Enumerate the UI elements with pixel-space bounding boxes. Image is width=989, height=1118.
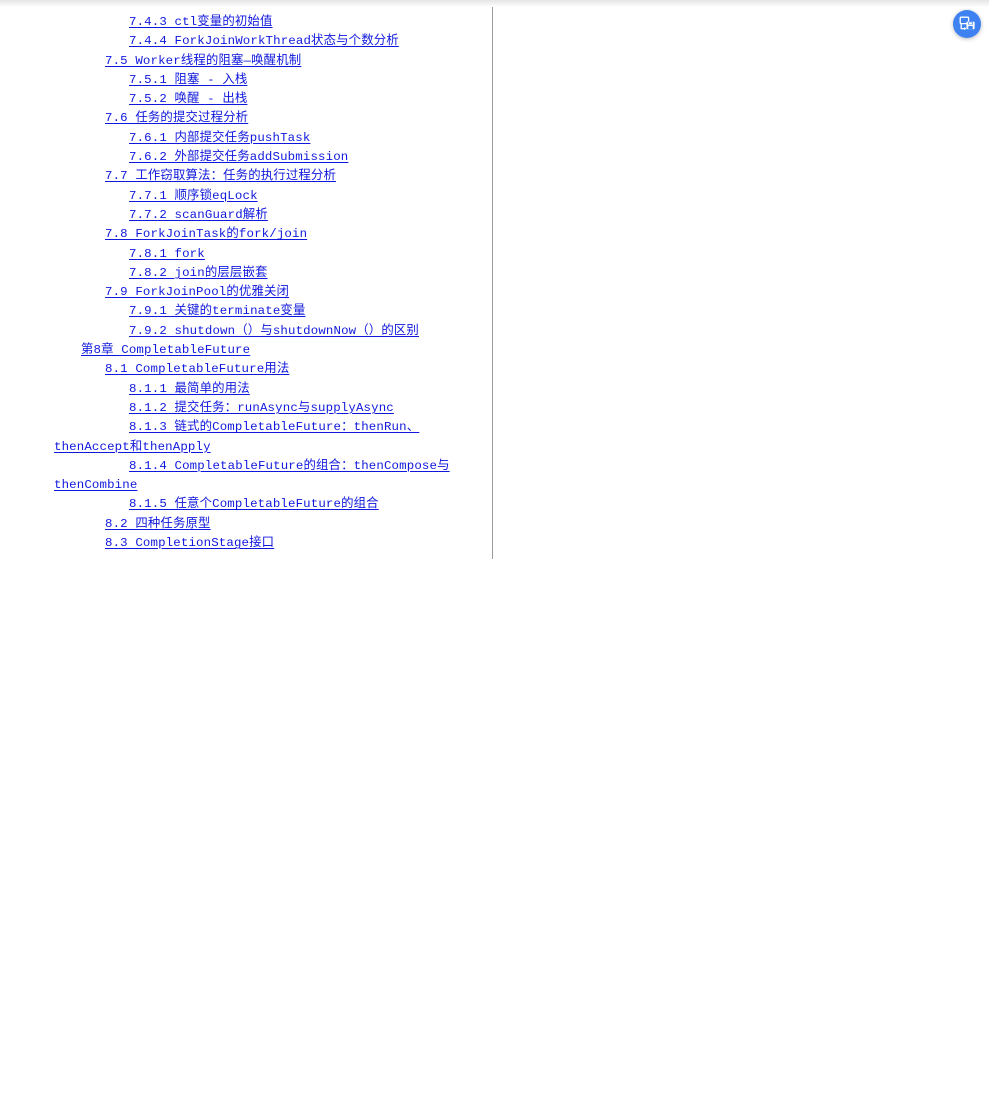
page-column-divider bbox=[492, 0, 493, 559]
toc-entry: 8.1.3 链式的CompletableFuture：thenRun、thenA… bbox=[54, 418, 482, 457]
toc-link[interactable]: 7.8.2 join的层层嵌套 bbox=[129, 266, 268, 280]
toc-entry: 7.8.2 join的层层嵌套 bbox=[54, 264, 482, 283]
toc-entry: 7.5 Worker线程的阻塞—唤醒机制 bbox=[54, 52, 482, 71]
toc-entry: 7.4.4 ForkJoinWorkThread状态与个数分析 bbox=[54, 32, 482, 51]
toc-entry: 7.7.1 顺序锁eqLock bbox=[54, 187, 482, 206]
toc-link[interactable]: 7.9 ForkJoinPool的优雅关闭 bbox=[105, 285, 289, 299]
toc-entry: 8.1.5 任意个CompletableFuture的组合 bbox=[54, 495, 482, 514]
toc-link[interactable]: 7.4.4 ForkJoinWorkThread状态与个数分析 bbox=[129, 34, 399, 48]
screenshot-capture-button[interactable] bbox=[953, 10, 981, 38]
toc-entry: 8.1.2 提交任务：runAsync与supplyAsync bbox=[54, 399, 482, 418]
toc-link[interactable]: 8.3 CompletionStage接口 bbox=[105, 536, 274, 550]
toc-entry: 7.5.2 唤醒 - 出栈 bbox=[54, 90, 482, 109]
toc-link[interactable]: 8.1.4 CompletableFuture的组合：thenCompose与t… bbox=[54, 459, 450, 492]
toc-entry: 8.2 四种任务原型 bbox=[54, 515, 482, 534]
toc-link[interactable]: 7.9.1 关键的terminate变量 bbox=[129, 304, 306, 318]
toc-entry: 8.1.1 最简单的用法 bbox=[54, 380, 482, 399]
toc-link[interactable]: 7.5.2 唤醒 - 出栈 bbox=[129, 92, 247, 106]
toc-entry: 7.9.1 关键的terminate变量 bbox=[54, 302, 482, 321]
toc-link[interactable]: 8.1.2 提交任务：runAsync与supplyAsync bbox=[129, 401, 394, 415]
toc-entry: 7.6.1 内部提交任务pushTask bbox=[54, 129, 482, 148]
toc-link[interactable]: 7.7 工作窃取算法：任务的执行过程分析 bbox=[105, 169, 336, 183]
toc-link[interactable]: 7.6.1 内部提交任务pushTask bbox=[129, 131, 310, 145]
toc-entry: 7.6 任务的提交过程分析 bbox=[54, 109, 482, 128]
toc-entry: 7.8 ForkJoinTask的fork/join bbox=[54, 225, 482, 244]
toc-link[interactable]: 8.1 CompletableFuture用法 bbox=[105, 362, 289, 376]
toc-entry: 7.6.2 外部提交任务addSubmission bbox=[54, 148, 482, 167]
toc-link[interactable]: 7.5 Worker线程的阻塞—唤醒机制 bbox=[105, 54, 301, 68]
screenshot-capture-icon bbox=[959, 16, 976, 33]
toc-link[interactable]: 7.8 ForkJoinTask的fork/join bbox=[105, 227, 307, 241]
toc-entry: 7.4.3 ctl变量的初始值 bbox=[54, 13, 482, 32]
toc-link[interactable]: 7.9.2 shutdown（）与shutdownNow（）的区别 bbox=[129, 324, 419, 338]
toc-entry: 7.9.2 shutdown（）与shutdownNow（）的区别 bbox=[54, 322, 482, 341]
toc-entry: 第8章 CompletableFuture bbox=[54, 341, 482, 360]
toc-entry: 7.5.1 阻塞 - 入栈 bbox=[54, 71, 482, 90]
toc-entry: 7.9 ForkJoinPool的优雅关闭 bbox=[54, 283, 482, 302]
toc-entry: 7.7.2 scanGuard解析 bbox=[54, 206, 482, 225]
toc-entry: 8.1 CompletableFuture用法 bbox=[54, 360, 482, 379]
toc-list-left: 7.4.3 ctl变量的初始值 7.4.4 ForkJoinWorkThread状… bbox=[0, 13, 492, 553]
toc-link[interactable]: 8.1.1 最简单的用法 bbox=[129, 382, 250, 396]
toc-entry: 8.1.4 CompletableFuture的组合：thenCompose与t… bbox=[54, 457, 482, 496]
toc-link[interactable]: 7.7.2 scanGuard解析 bbox=[129, 208, 268, 222]
toc-link[interactable]: 8.2 四种任务原型 bbox=[105, 517, 211, 531]
toc-link[interactable]: 7.6.2 外部提交任务addSubmission bbox=[129, 150, 348, 164]
toc-link[interactable]: 7.7.1 顺序锁eqLock bbox=[129, 189, 258, 203]
toc-page-left: 7.4.3 ctl变量的初始值 7.4.4 ForkJoinWorkThread状… bbox=[0, 0, 492, 559]
toc-link[interactable]: 8.1.3 链式的CompletableFuture：thenRun、thenA… bbox=[54, 420, 419, 453]
toc-link[interactable]: 第8章 CompletableFuture bbox=[81, 343, 250, 357]
toc-link[interactable]: 7.6 任务的提交过程分析 bbox=[105, 111, 248, 125]
toc-link[interactable]: 7.8.1 fork bbox=[129, 247, 205, 261]
toc-link[interactable]: 8.1.5 任意个CompletableFuture的组合 bbox=[129, 497, 379, 511]
toc-entry: 7.8.1 fork bbox=[54, 245, 482, 264]
toc-link[interactable]: 7.4.3 ctl变量的初始值 bbox=[129, 15, 273, 29]
toc-entry: 8.3 CompletionStage接口 bbox=[54, 534, 482, 553]
toc-list-right: 8.4 CompletableFuture内部原理8.4.1 Completab… bbox=[493, 13, 989, 1118]
toc-link[interactable]: 7.5.1 阻塞 - 入栈 bbox=[129, 73, 247, 87]
toc-page-right: 8.4 CompletableFuture内部原理8.4.1 Completab… bbox=[493, 0, 989, 559]
toc-entry: 7.7 工作窃取算法：任务的执行过程分析 bbox=[54, 167, 482, 186]
